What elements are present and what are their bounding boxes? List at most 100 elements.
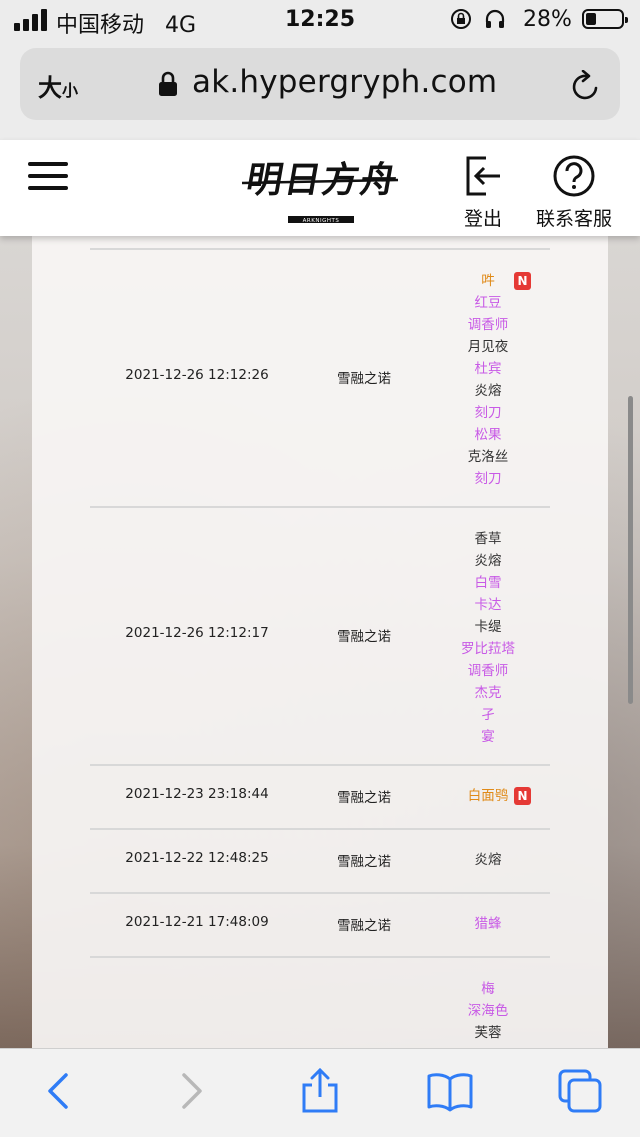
record-pool: 雪融之诺 — [337, 854, 391, 870]
character-name: 刻刀 — [474, 471, 502, 487]
character-item: 克洛丝 — [432, 446, 544, 468]
character-name: 杜宾 — [474, 361, 502, 377]
character-list: 白面鸮 N — [432, 785, 544, 807]
site-header: 明日方舟 ARKNIGHTS 登出 联系客服 — [0, 140, 640, 236]
character-item: 刻刀 — [432, 468, 544, 490]
new-badge: N — [514, 787, 531, 805]
arknights-logo[interactable]: 明日方舟 ARKNIGHTS — [240, 150, 400, 230]
headphones-icon — [485, 9, 505, 28]
character-item: 深海色 — [432, 1000, 544, 1022]
character-name: 松果 — [474, 427, 502, 443]
table-row: 2021-12-22 12:48:25 雪融之诺 炎熔 — [32, 828, 608, 892]
help-icon — [553, 155, 595, 197]
character-name: 炎熔 — [474, 553, 502, 569]
character-name: 深海色 — [467, 1003, 509, 1019]
table-row: 梅深海色 芙蓉 — [32, 956, 608, 1048]
table-row: 2021-12-26 12:12:17 雪融之诺 香草炎熔白雪卡达卡缇罗比菈塔调香师… — [32, 506, 608, 764]
record-pool: 雪融之诺 — [337, 629, 391, 645]
reload-icon[interactable] — [570, 70, 602, 102]
character-list: 香草炎熔白雪卡达卡缇罗比菈塔调香师杰克孑宴 — [432, 528, 544, 748]
character-item: 梅 — [432, 978, 544, 1000]
character-name: 罗比菈塔 — [461, 641, 515, 657]
character-item: 松果 — [432, 424, 544, 446]
character-name: 卡缇 — [474, 619, 502, 635]
character-name: 孑 — [481, 707, 495, 723]
text-size-small: 小 — [62, 81, 79, 100]
logout-button[interactable]: 登出 — [458, 154, 508, 231]
character-item: 白面鸮 N — [432, 785, 544, 807]
record-pool: 雪融之诺 — [337, 918, 391, 934]
character-item: 吽N — [432, 270, 544, 292]
character-name: 吽 — [481, 273, 495, 289]
character-item: 炎熔 — [432, 380, 544, 402]
character-list: 吽 N 红豆 调香师 月见夜 杜宾 炎熔 刻刀 松果 克洛丝 刻刀 — [432, 270, 544, 490]
menu-icon[interactable] — [28, 162, 68, 192]
character-name: 炎熔 — [474, 852, 502, 868]
character-name: 调香师 — [467, 663, 509, 679]
battery-icon — [582, 9, 628, 29]
character-name: 白雪 — [474, 575, 502, 591]
character-name: 猎蜂 — [474, 916, 502, 932]
character-name: 红豆 — [474, 295, 502, 311]
character-item: 刻刀 — [432, 402, 544, 424]
new-badge: N — [514, 272, 531, 290]
character-name: 芙蓉 — [474, 1025, 502, 1041]
character-item: 猎蜂 — [432, 913, 544, 935]
character-name: 香草 — [474, 531, 502, 547]
browser-address-area: 大小 ak.hypergryph.com — [0, 40, 640, 140]
url-text[interactable]: ak.hypergryph.com — [192, 64, 497, 100]
forward-icon[interactable] — [166, 1067, 214, 1115]
character-list: 猎蜂 — [432, 913, 544, 935]
record-time: 2021-12-22 12:48:25 — [125, 850, 269, 866]
character-item: 杜宾 — [432, 358, 544, 380]
logo-subtext: ARKNIGHTS — [303, 218, 340, 224]
record-time: 2021-12-26 12:12:17 — [125, 625, 269, 641]
character-name: 克洛丝 — [467, 449, 509, 465]
character-name: 宴 — [481, 729, 495, 745]
record-time: 2021-12-26 12:12:26 — [125, 367, 269, 383]
record-time: 2021-12-21 17:48:09 — [125, 914, 269, 930]
character-item: 白雪 — [432, 572, 544, 594]
text-size-button[interactable]: 大小 — [38, 68, 78, 103]
rotation-lock-icon — [451, 9, 471, 29]
character-item: 调香师 — [432, 660, 544, 682]
character-name: 调香师 — [467, 317, 509, 333]
character-list: 梅深海色 芙蓉 — [432, 978, 544, 1044]
character-item: 香草 — [432, 528, 544, 550]
lock-icon — [159, 71, 177, 96]
customer-service-button[interactable]: 联系客服 — [530, 154, 618, 231]
character-item: 月见夜 — [432, 336, 544, 358]
character-name: 杰克 — [474, 685, 502, 701]
tabs-icon[interactable] — [556, 1067, 604, 1115]
character-item: 孑 — [432, 704, 544, 726]
battery-level — [586, 13, 596, 25]
status-bar: 中国移动 4G 12:25 28% — [0, 0, 640, 40]
address-bar[interactable]: 大小 ak.hypergryph.com — [20, 48, 620, 120]
table-row: 2021-12-26 12:12:26 雪融之诺吽 N 红豆 调香师 月见夜 杜宾 炎熔 刻刀松… — [32, 248, 608, 506]
back-icon[interactable] — [36, 1067, 84, 1115]
table-row: 2021-12-23 23:18:44 雪融之诺 白面鸮 N — [32, 764, 608, 828]
character-list: 炎熔 — [432, 849, 544, 871]
logout-label: 登出 — [463, 208, 502, 230]
character-name: 白面鸮 — [467, 788, 509, 804]
record-pool: 雪融之诺 — [337, 371, 391, 387]
bookmarks-icon[interactable] — [426, 1067, 474, 1115]
table-row: 2021-12-21 17:48:09 雪融之诺 猎蜂 — [32, 892, 608, 956]
character-name: 梅 — [481, 981, 495, 997]
battery-percent: 28% — [523, 7, 572, 32]
character-item: 宴 — [432, 726, 544, 748]
character-item: 调香师 — [432, 314, 544, 336]
character-item: 罗比菈塔 — [432, 638, 544, 660]
character-name: 炎熔 — [474, 383, 502, 399]
text-size-large: 大 — [38, 74, 62, 102]
record-pool: 雪融之诺 — [337, 790, 391, 806]
character-name: 卡达 — [474, 597, 502, 613]
scrollbar[interactable] — [628, 396, 633, 704]
record-time: 2021-12-23 23:18:44 — [125, 786, 269, 802]
browser-toolbar — [0, 1048, 640, 1137]
share-icon[interactable] — [296, 1067, 344, 1115]
logout-icon — [466, 156, 500, 196]
character-item: 卡达 — [432, 594, 544, 616]
logo-text: 明日方舟 — [243, 158, 400, 201]
customer-service-label: 联系客服 — [535, 208, 612, 230]
